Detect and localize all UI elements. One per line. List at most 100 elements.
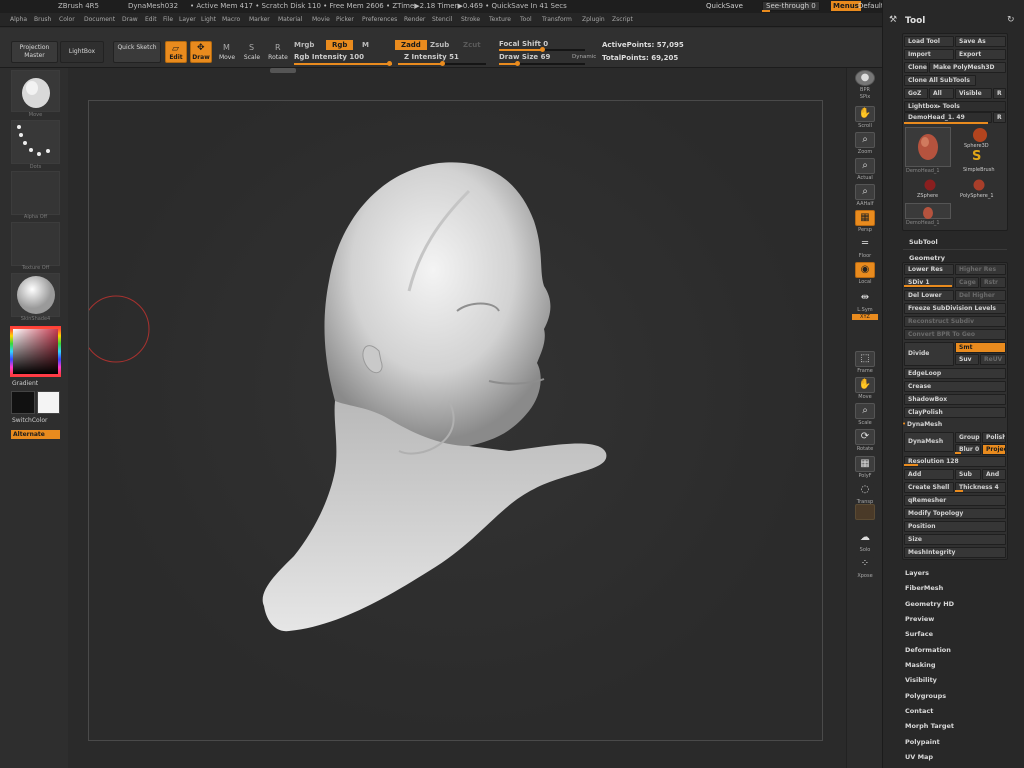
rgb-intensity-slider[interactable] — [294, 61, 392, 66]
make-polymesh-button[interactable]: Make PolyMesh3D — [929, 62, 1006, 73]
crease-section[interactable]: Crease — [904, 381, 1006, 392]
move-mode-button[interactable]: M Move — [216, 41, 238, 63]
secondary-color-swatch[interactable] — [37, 391, 60, 414]
goz-r-button[interactable]: R — [993, 88, 1006, 99]
masking-section[interactable]: Masking — [905, 661, 936, 669]
brush-thumbnail[interactable] — [11, 70, 60, 112]
see-through-slider[interactable]: See-through 0 — [762, 1, 820, 11]
menu-texture[interactable]: Texture — [489, 16, 511, 23]
move-view-button[interactable]: ✋ Move — [852, 377, 878, 403]
z-intensity-label[interactable]: Z Intensity 51 — [404, 53, 459, 61]
solo-button[interactable]: ☁ Solo — [852, 530, 878, 556]
position-section[interactable]: Position — [904, 521, 1006, 532]
morph-target-section[interactable]: Morph Target — [905, 722, 954, 730]
polygroups-section[interactable]: Polygroups — [905, 692, 946, 700]
del-lower-button[interactable]: Del Lower — [904, 290, 954, 301]
and-button[interactable]: And — [982, 469, 1006, 480]
sub-button[interactable]: Sub — [955, 469, 981, 480]
dynamesh-section[interactable]: DynaMesh — [907, 421, 942, 428]
geometry-section[interactable]: Geometry — [909, 254, 945, 262]
meshintegrity-section[interactable]: MeshIntegrity — [904, 547, 1006, 558]
qremesher-section[interactable]: qRemesher — [904, 495, 1006, 506]
rgb-button[interactable]: Rgb — [326, 40, 354, 50]
xyz-button[interactable]: XYZ — [852, 314, 878, 324]
draw-button[interactable]: ✥ Draw — [190, 41, 212, 63]
subtool-section[interactable]: SubTool — [909, 238, 938, 246]
shadowbox-section[interactable]: ShadowBox — [904, 394, 1006, 405]
zoom-button[interactable]: ⌕ Zoom — [852, 132, 878, 158]
alpha-thumbnail[interactable] — [11, 171, 60, 215]
ghost-button[interactable] — [852, 504, 878, 530]
menu-brush[interactable]: Brush — [34, 16, 51, 23]
switchcolor-button[interactable]: SwitchColor — [12, 417, 48, 424]
aahalf-button[interactable]: ⌕ AAHalf — [852, 184, 878, 210]
spix-button[interactable]: SPix — [852, 94, 878, 106]
menu-picker[interactable]: Picker — [336, 16, 354, 23]
visibility-section[interactable]: Visibility — [905, 676, 937, 684]
contact-section[interactable]: Contact — [905, 707, 933, 715]
export-button[interactable]: Export — [955, 49, 1006, 60]
actual-button[interactable]: ⌕ Actual — [852, 158, 878, 184]
stroke-thumbnail[interactable] — [11, 120, 60, 164]
import-button[interactable]: Import — [904, 49, 954, 60]
group-toggle[interactable]: Group — [955, 432, 981, 443]
simplebrush-icon[interactable]: S — [972, 149, 981, 164]
sculpt-viewport[interactable] — [82, 101, 824, 742]
clone-button[interactable]: Clone — [904, 62, 928, 73]
project-toggle[interactable]: Project — [982, 444, 1006, 455]
menu-preferences[interactable]: Preferences — [362, 16, 397, 23]
current-tool-r-button[interactable]: R — [993, 112, 1006, 123]
modify-topology-section[interactable]: Modify Topology — [904, 508, 1006, 519]
scale-view-button[interactable]: ⌕ Scale — [852, 403, 878, 429]
material-thumbnail[interactable] — [11, 273, 60, 317]
zsub-button[interactable]: Zsub — [430, 41, 449, 49]
tool-thumb-demohead[interactable] — [905, 127, 951, 167]
lightbox-tools-button[interactable]: Lightbox▸ Tools — [904, 101, 1006, 112]
scale-mode-button[interactable]: S Scale — [241, 41, 263, 63]
menu-layer[interactable]: Layer — [179, 16, 196, 23]
menu-draw[interactable]: Draw — [122, 16, 138, 23]
primary-color-swatch[interactable] — [11, 391, 35, 414]
goz-button[interactable]: GoZ — [904, 88, 928, 99]
projection-master-button[interactable]: Projection Master — [11, 41, 58, 63]
create-shell-button[interactable]: Create Shell — [904, 482, 954, 493]
surface-section[interactable]: Surface — [905, 630, 933, 638]
smt-toggle[interactable]: Smt — [955, 342, 1006, 353]
menu-document[interactable]: Document — [84, 16, 115, 23]
menu-render[interactable]: Render — [404, 16, 425, 23]
lsym-button[interactable]: ⇹ L.Sym — [852, 290, 878, 316]
save-as-button[interactable]: Save As — [955, 36, 1006, 47]
zadd-button[interactable]: Zadd — [395, 40, 427, 50]
z-intensity-slider[interactable] — [398, 61, 486, 66]
dynamic-toggle[interactable]: Dynamic — [572, 54, 596, 60]
zsphere-icon[interactable] — [924, 177, 936, 191]
document-canvas[interactable] — [82, 100, 824, 742]
canvas-scroll-handle[interactable] — [270, 68, 296, 73]
freeze-subdivision-button[interactable]: Freeze SubDivision Levels — [904, 303, 1006, 314]
polyf-button[interactable]: ▦ PolyF — [852, 456, 878, 482]
goz-visible-button[interactable]: Visible — [955, 88, 992, 99]
menu-transform[interactable]: Transform — [542, 16, 572, 23]
divide-button[interactable]: Divide — [904, 342, 954, 366]
texture-thumbnail[interactable] — [11, 222, 60, 266]
menus-button[interactable]: Menus — [831, 1, 861, 11]
color-picker[interactable] — [10, 326, 61, 377]
menu-marker[interactable]: Marker — [249, 16, 270, 23]
draw-size-slider[interactable] — [499, 61, 585, 66]
lightbox-button[interactable]: LightBox — [60, 41, 104, 63]
dynamesh-button[interactable]: DynaMesh — [904, 432, 954, 452]
gradient-label[interactable]: Gradient — [12, 380, 38, 387]
menu-macro[interactable]: Macro — [222, 16, 240, 23]
load-tool-button[interactable]: Load Tool — [904, 36, 954, 47]
local-button[interactable]: ◉ Local — [852, 262, 878, 288]
persp-button[interactable]: ▦ Persp — [852, 210, 878, 236]
menu-color[interactable]: Color — [59, 16, 75, 23]
menu-stroke[interactable]: Stroke — [461, 16, 480, 23]
fibermesh-section[interactable]: FiberMesh — [905, 584, 943, 592]
preview-section[interactable]: Preview — [905, 615, 934, 623]
rotate-mode-button[interactable]: R Rotate — [266, 41, 290, 63]
quicksave-button[interactable]: QuickSave — [706, 2, 743, 10]
menu-stencil[interactable]: Stencil — [432, 16, 452, 23]
edit-button[interactable]: ▱ Edit — [165, 41, 187, 63]
clone-all-subtools-button[interactable]: Clone All SubTools — [904, 75, 976, 86]
